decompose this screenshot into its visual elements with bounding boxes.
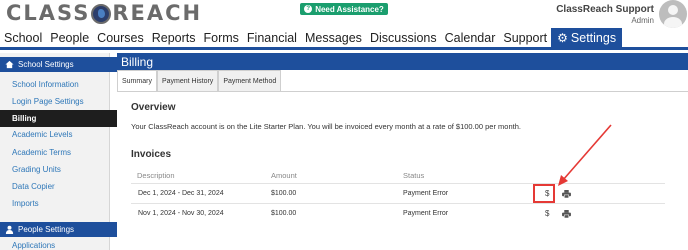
nav-calendar[interactable]: Calendar bbox=[441, 28, 500, 47]
main-nav: School People Courses Reports Forms Fina… bbox=[0, 28, 688, 50]
nav-settings[interactable]: ⚙ Settings bbox=[551, 28, 623, 47]
school-settings-label: School Settings bbox=[18, 60, 74, 69]
sidebar-item-imports[interactable]: Imports bbox=[0, 195, 117, 212]
need-assistance-button[interactable]: ? Need Assistance? bbox=[300, 3, 388, 15]
invoice-amount: $100.00 bbox=[271, 190, 297, 197]
tab-summary[interactable]: Summary bbox=[117, 70, 157, 91]
column-header-status: Status bbox=[403, 171, 425, 180]
classreach-logo[interactable]: CLASS REACH bbox=[6, 1, 203, 25]
app-header: CLASS REACH ? Need Assistance? ClassReac… bbox=[0, 0, 688, 28]
user-name[interactable]: ClassReach Support bbox=[556, 4, 654, 15]
sidebar-item-login-page-settings[interactable]: Login Page Settings bbox=[0, 93, 117, 110]
main-content: Billing Summary Payment History Payment … bbox=[117, 53, 688, 250]
sidebar-item-grading-units[interactable]: Grading Units bbox=[0, 161, 117, 178]
page-title: Billing bbox=[117, 53, 688, 70]
billing-tabs: Summary Payment History Payment Method bbox=[117, 70, 282, 91]
school-settings-header[interactable]: School Settings bbox=[0, 57, 117, 72]
avatar[interactable] bbox=[659, 0, 687, 28]
nav-school[interactable]: School bbox=[0, 28, 46, 47]
question-icon: ? bbox=[304, 5, 313, 13]
gear-icon: ⚙ bbox=[557, 30, 568, 45]
home-icon bbox=[5, 60, 14, 69]
nav-people[interactable]: People bbox=[46, 28, 93, 47]
sidebar-item-academic-terms[interactable]: Academic Terms bbox=[0, 144, 117, 161]
sidebar-item-school-information[interactable]: School Information bbox=[0, 76, 117, 93]
sidebar-item-applications[interactable]: Applications bbox=[0, 241, 117, 250]
invoice-status: Payment Error bbox=[403, 210, 449, 217]
invoice-status: Payment Error bbox=[403, 190, 449, 197]
nav-support[interactable]: Support bbox=[499, 28, 551, 47]
people-settings-header[interactable]: People Settings bbox=[0, 222, 117, 237]
tab-payment-history[interactable]: Payment History bbox=[156, 70, 219, 91]
invoice-description: Dec 1, 2024 - Dec 31, 2024 bbox=[138, 190, 224, 197]
print-icon[interactable] bbox=[562, 190, 571, 198]
table-row: Nov 1, 2024 - Nov 30, 2024 $100.00 Payme… bbox=[131, 203, 665, 223]
logo-text-left: CLASS bbox=[6, 1, 91, 25]
nav-discussions[interactable]: Discussions bbox=[366, 28, 441, 47]
column-header-description: Description bbox=[137, 171, 175, 180]
overview-text: Your ClassReach account is on the Lite S… bbox=[131, 122, 521, 131]
nav-forms[interactable]: Forms bbox=[200, 28, 243, 47]
column-header-amount: Amount bbox=[271, 171, 297, 180]
overview-heading: Overview bbox=[131, 102, 176, 113]
pay-invoice-icon[interactable]: $ bbox=[545, 209, 549, 218]
need-assistance-label: Need Assistance? bbox=[315, 4, 384, 14]
highlight-box bbox=[533, 184, 555, 203]
tab-payment-method[interactable]: Payment Method bbox=[218, 70, 282, 91]
settings-sidebar: School Settings School Information Login… bbox=[0, 53, 117, 250]
sidebar-item-academic-levels[interactable]: Academic Levels bbox=[0, 126, 117, 143]
nav-reports[interactable]: Reports bbox=[148, 28, 200, 47]
sidebar-item-data-copier[interactable]: Data Copier bbox=[0, 178, 117, 195]
people-settings-label: People Settings bbox=[18, 225, 75, 234]
summary-panel: Overview Your ClassReach account is on t… bbox=[117, 91, 688, 250]
nav-settings-label: Settings bbox=[570, 30, 617, 45]
invoice-description: Nov 1, 2024 - Nov 30, 2024 bbox=[138, 210, 224, 217]
print-icon[interactable] bbox=[562, 210, 571, 218]
globe-icon bbox=[91, 4, 112, 24]
user-role: Admin bbox=[631, 16, 654, 25]
nav-messages[interactable]: Messages bbox=[301, 28, 366, 47]
logo-text-right: REACH bbox=[112, 1, 203, 25]
nav-courses[interactable]: Courses bbox=[93, 28, 148, 47]
sidebar-item-billing[interactable]: Billing bbox=[0, 110, 117, 127]
nav-financial[interactable]: Financial bbox=[243, 28, 301, 47]
invoices-heading: Invoices bbox=[131, 149, 172, 160]
person-icon bbox=[5, 225, 14, 234]
table-row: Dec 1, 2024 - Dec 31, 2024 $100.00 Payme… bbox=[131, 183, 665, 203]
invoice-amount: $100.00 bbox=[271, 210, 297, 217]
